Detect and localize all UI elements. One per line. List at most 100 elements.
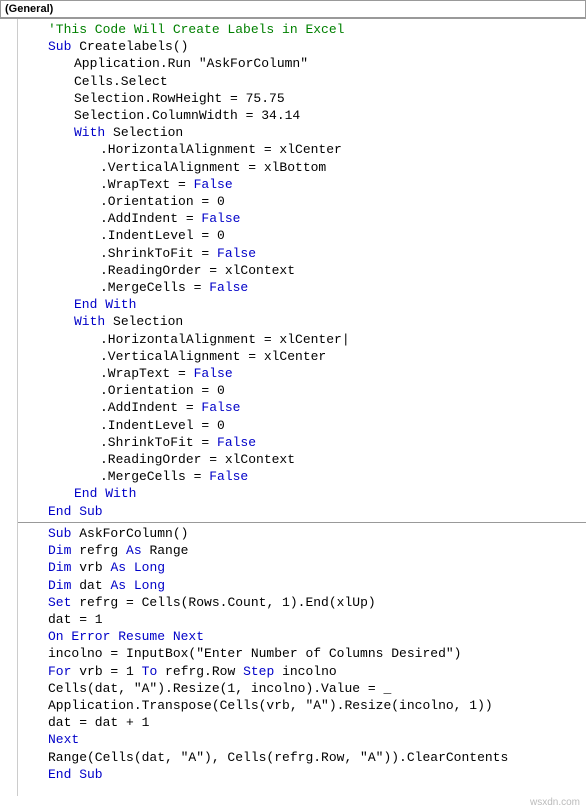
margin-gutter (0, 19, 18, 796)
code-line[interactable]: Application.Transpose(Cells(vrb, "A").Re… (22, 697, 582, 714)
code-token: refrg (79, 543, 126, 558)
code-line[interactable]: Cells.Select (22, 73, 582, 90)
code-token: Dim (48, 578, 79, 593)
code-line[interactable]: .AddIndent = False (22, 210, 582, 227)
code-line[interactable]: .ShrinkToFit = False (22, 245, 582, 262)
code-line[interactable]: End With (22, 296, 582, 313)
watermark: wsxdn.com (530, 797, 580, 808)
code-token: .WrapText = (100, 366, 194, 381)
code-line[interactable]: Selection.RowHeight = 75.75 (22, 90, 582, 107)
code-token: With (74, 314, 113, 329)
code-token: .ShrinkToFit = (100, 435, 217, 450)
code-line[interactable]: .MergeCells = False (22, 279, 582, 296)
code-token: vrb (79, 560, 110, 575)
code-token: .HorizontalAlignment = xlCenter (100, 332, 342, 347)
code-line[interactable]: incolno = InputBox("Enter Number of Colu… (22, 645, 582, 662)
text-cursor (342, 332, 350, 347)
code-token: Dim (48, 543, 79, 558)
code-line[interactable]: End With (22, 485, 582, 502)
code-token: Next (48, 732, 79, 747)
code-line[interactable]: 'This Code Will Create Labels in Excel (22, 21, 582, 38)
code-line[interactable]: .HorizontalAlignment = xlCenter (22, 331, 582, 348)
code-token: refrg = Cells(Rows.Count, 1).End(xlUp) (79, 595, 375, 610)
code-line[interactable]: Range(Cells(dat, "A"), Cells(refrg.Row, … (22, 749, 582, 766)
code-line[interactable]: With Selection (22, 313, 582, 330)
code-token: End With (74, 297, 136, 312)
code-token: .IndentLevel = 0 (100, 228, 225, 243)
code-line[interactable]: Cells(dat, "A").Resize(1, incolno).Value… (22, 680, 582, 697)
code-token: incolno (282, 664, 337, 679)
code-line[interactable]: With Selection (22, 124, 582, 141)
code-token: .Orientation = 0 (100, 383, 225, 398)
code-line[interactable]: Dim dat As Long (22, 577, 582, 594)
code-line[interactable]: Selection.ColumnWidth = 34.14 (22, 107, 582, 124)
code-token: Range(Cells(dat, "A"), Cells(refrg.Row, … (48, 750, 508, 765)
code-line[interactable]: dat = 1 (22, 611, 582, 628)
dropdown-selected: (General) (5, 3, 53, 15)
code-line[interactable]: Application.Run "AskForColumn" (22, 55, 582, 72)
code-line[interactable]: .Orientation = 0 (22, 382, 582, 399)
code-line[interactable]: .VerticalAlignment = xlCenter (22, 348, 582, 365)
code-token: Cells(dat, "A").Resize(1, incolno).Value… (48, 681, 391, 696)
object-dropdown[interactable]: (General) (0, 0, 586, 18)
code-container: 'This Code Will Create Labels in ExcelSu… (0, 18, 586, 796)
code-line[interactable]: .MergeCells = False (22, 468, 582, 485)
code-token: .IndentLevel = 0 (100, 418, 225, 433)
code-token: .HorizontalAlignment = xlCenter (100, 142, 342, 157)
code-token: With (74, 125, 113, 140)
code-line[interactable]: .WrapText = False (22, 176, 582, 193)
code-token: Application.Transpose(Cells(vrb, "A").Re… (48, 698, 493, 713)
code-token: On Error Resume Next (48, 629, 204, 644)
code-editor[interactable]: 'This Code Will Create Labels in ExcelSu… (18, 19, 586, 796)
code-token: As Long (110, 578, 165, 593)
code-token: False (217, 246, 256, 261)
code-token: False (194, 177, 233, 192)
code-line[interactable]: Next (22, 731, 582, 748)
code-token: Selection.ColumnWidth = 34.14 (74, 108, 300, 123)
code-line[interactable]: dat = dat + 1 (22, 714, 582, 731)
code-token: Set (48, 595, 79, 610)
code-line[interactable]: For vrb = 1 To refrg.Row Step incolno (22, 663, 582, 680)
code-token: AskForColumn() (79, 526, 188, 541)
code-line[interactable]: Dim refrg As Range (22, 542, 582, 559)
code-token: False (201, 400, 240, 415)
code-token: False (209, 280, 248, 295)
code-token: dat (79, 578, 110, 593)
code-token: .Orientation = 0 (100, 194, 225, 209)
code-token: vrb = 1 (79, 664, 141, 679)
code-line[interactable]: End Sub (22, 766, 582, 783)
code-token: .VerticalAlignment = xlCenter (100, 349, 326, 364)
code-token: False (209, 469, 248, 484)
code-line[interactable]: .IndentLevel = 0 (22, 227, 582, 244)
code-line[interactable]: On Error Resume Next (22, 628, 582, 645)
code-token: .WrapText = (100, 177, 194, 192)
code-token: .AddIndent = (100, 400, 201, 415)
code-line[interactable]: Set refrg = Cells(Rows.Count, 1).End(xlU… (22, 594, 582, 611)
code-token: False (217, 435, 256, 450)
code-token: .MergeCells = (100, 469, 209, 484)
code-token: Step (243, 664, 282, 679)
code-line[interactable]: .ShrinkToFit = False (22, 434, 582, 451)
code-line[interactable]: .VerticalAlignment = xlBottom (22, 159, 582, 176)
code-line[interactable]: .AddIndent = False (22, 399, 582, 416)
code-line[interactable]: Sub AskForColumn() (22, 525, 582, 542)
code-token: .ShrinkToFit = (100, 246, 217, 261)
code-line[interactable]: .IndentLevel = 0 (22, 417, 582, 434)
procedure-divider (18, 522, 586, 523)
code-token: Application.Run "AskForColumn" (74, 56, 308, 71)
code-token: Selection (113, 125, 183, 140)
code-token: 'This Code Will Create Labels in Excel (48, 22, 344, 37)
code-token: dat = dat + 1 (48, 715, 149, 730)
code-token: False (201, 211, 240, 226)
code-line[interactable]: Dim vrb As Long (22, 559, 582, 576)
code-token: dat = 1 (48, 612, 103, 627)
code-line[interactable]: .ReadingOrder = xlContext (22, 451, 582, 468)
code-token: .ReadingOrder = xlContext (100, 452, 295, 467)
code-line[interactable]: .ReadingOrder = xlContext (22, 262, 582, 279)
code-line[interactable]: .HorizontalAlignment = xlCenter (22, 141, 582, 158)
code-line[interactable]: .Orientation = 0 (22, 193, 582, 210)
code-token: .MergeCells = (100, 280, 209, 295)
code-line[interactable]: .WrapText = False (22, 365, 582, 382)
code-line[interactable]: End Sub (22, 503, 582, 520)
code-line[interactable]: Sub Createlabels() (22, 38, 582, 55)
